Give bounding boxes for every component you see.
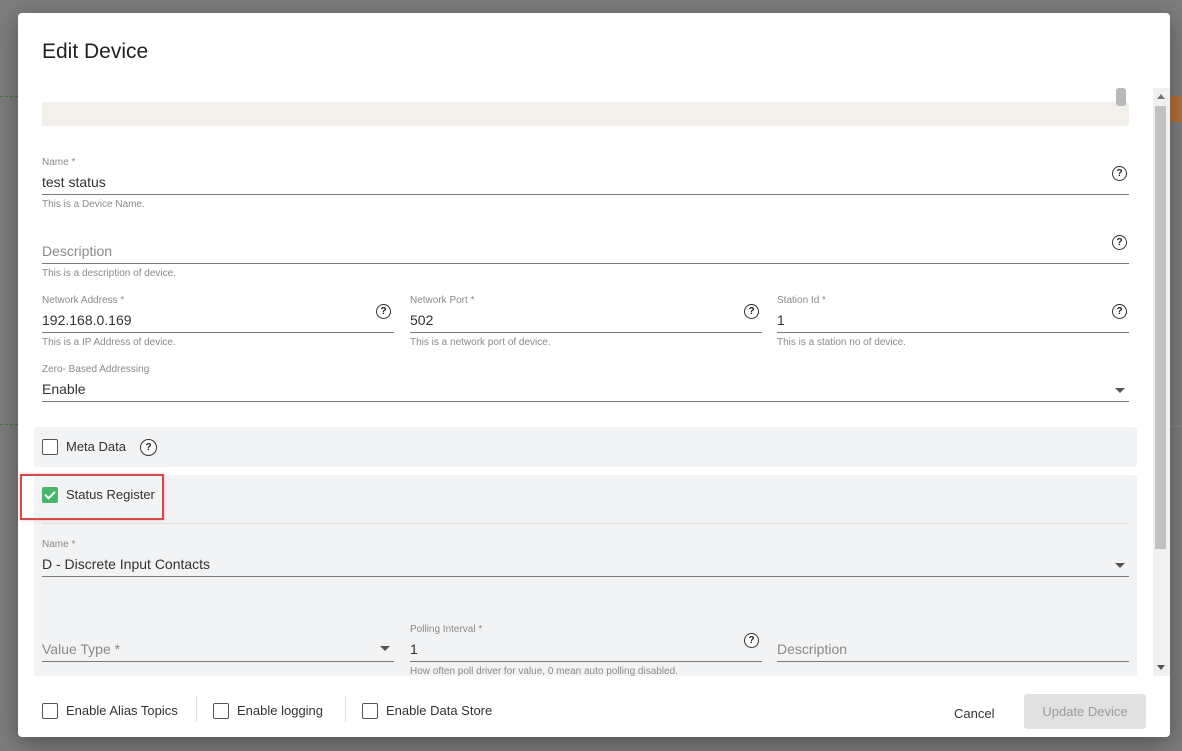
zero-based-select[interactable]: Enable xyxy=(42,381,86,397)
help-icon[interactable]: ? xyxy=(1112,304,1127,319)
chevron-down-icon[interactable] xyxy=(1115,563,1125,568)
footer-divider xyxy=(196,696,197,722)
dialog-content: Name * test status ? This is a Device Na… xyxy=(18,88,1170,676)
chevron-down-icon[interactable] xyxy=(1115,388,1125,393)
name-label: Name * xyxy=(42,157,76,168)
value-type-select[interactable]: Value Type * xyxy=(42,641,120,657)
register-name-underline xyxy=(42,576,1129,577)
name-input[interactable]: test status xyxy=(42,174,106,190)
meta-data-label: Meta Data xyxy=(66,439,126,454)
background-tab xyxy=(1170,96,1182,122)
help-icon[interactable]: ? xyxy=(744,633,759,648)
name-underline xyxy=(42,194,1129,195)
polling-interval-input[interactable]: 1 xyxy=(410,641,418,657)
network-address-hint: This is a IP Address of device. xyxy=(42,337,176,348)
register-name-label: Name * xyxy=(42,539,76,550)
network-port-hint: This is a network port of device. xyxy=(410,337,551,348)
station-id-hint: This is a station no of device. xyxy=(777,337,906,348)
register-description-underline xyxy=(777,661,1129,662)
chevron-down-icon[interactable] xyxy=(380,646,390,651)
enable-alias-topics-checkbox[interactable] xyxy=(42,703,58,719)
description-input[interactable]: Description xyxy=(42,243,112,259)
enable-alias-topics-label: Enable Alias Topics xyxy=(66,703,178,718)
update-device-button[interactable]: Update Device xyxy=(1024,694,1146,729)
help-icon[interactable]: ? xyxy=(140,439,157,456)
inner-scroll-thumb[interactable] xyxy=(1116,88,1126,106)
station-id-label: Station Id * xyxy=(777,295,826,306)
description-hint: This is a description of device. xyxy=(42,268,176,279)
enable-logging-label: Enable logging xyxy=(237,703,324,718)
edit-device-dialog: Edit Device Name * test status ? This is… xyxy=(18,13,1170,737)
network-address-input[interactable]: 192.168.0.169 xyxy=(42,312,132,328)
value-type-underline xyxy=(42,661,394,662)
network-address-label: Network Address * xyxy=(42,295,125,306)
annotation-highlight-box xyxy=(20,474,164,520)
network-port-underline xyxy=(410,332,762,333)
polling-interval-underline xyxy=(410,661,762,662)
description-underline xyxy=(42,263,1129,264)
scrollbar-thumb[interactable] xyxy=(1155,106,1166,549)
station-id-underline xyxy=(777,332,1129,333)
register-description-input[interactable]: Description xyxy=(777,641,847,657)
enable-data-store-checkbox[interactable] xyxy=(362,703,378,719)
help-icon[interactable]: ? xyxy=(1112,235,1127,250)
cancel-button[interactable]: Cancel xyxy=(946,702,1002,725)
background-line xyxy=(0,96,18,97)
scroll-up-icon[interactable] xyxy=(1157,94,1165,99)
help-icon[interactable]: ? xyxy=(1112,166,1127,181)
network-port-input[interactable]: 502 xyxy=(410,312,433,328)
background-line xyxy=(1170,426,1182,427)
zero-based-label: Zero- Based Addressing xyxy=(42,364,150,375)
meta-data-panel xyxy=(34,427,1137,467)
dialog-title: Edit Device xyxy=(42,40,149,63)
enable-data-store-label: Enable Data Store xyxy=(386,703,493,718)
network-port-label: Network Port * xyxy=(410,295,475,306)
help-icon[interactable]: ? xyxy=(376,304,391,319)
zero-based-underline xyxy=(42,401,1129,402)
polling-interval-label: Polling Interval * xyxy=(410,624,483,635)
enable-logging-checkbox[interactable] xyxy=(213,703,229,719)
station-id-input[interactable]: 1 xyxy=(777,312,785,328)
scroll-down-icon[interactable] xyxy=(1157,665,1165,670)
footer-divider xyxy=(345,696,346,722)
scrollbar[interactable] xyxy=(1153,88,1170,676)
background-line xyxy=(0,424,18,425)
name-hint: This is a Device Name. xyxy=(42,199,145,210)
section-bar xyxy=(42,102,1129,126)
meta-data-checkbox[interactable] xyxy=(42,439,58,455)
help-icon[interactable]: ? xyxy=(744,304,759,319)
polling-interval-hint: How often poll driver for value, 0 mean … xyxy=(410,666,678,676)
status-register-divider xyxy=(42,523,1129,524)
network-address-underline xyxy=(42,332,394,333)
register-name-select[interactable]: D - Discrete Input Contacts xyxy=(42,556,210,572)
